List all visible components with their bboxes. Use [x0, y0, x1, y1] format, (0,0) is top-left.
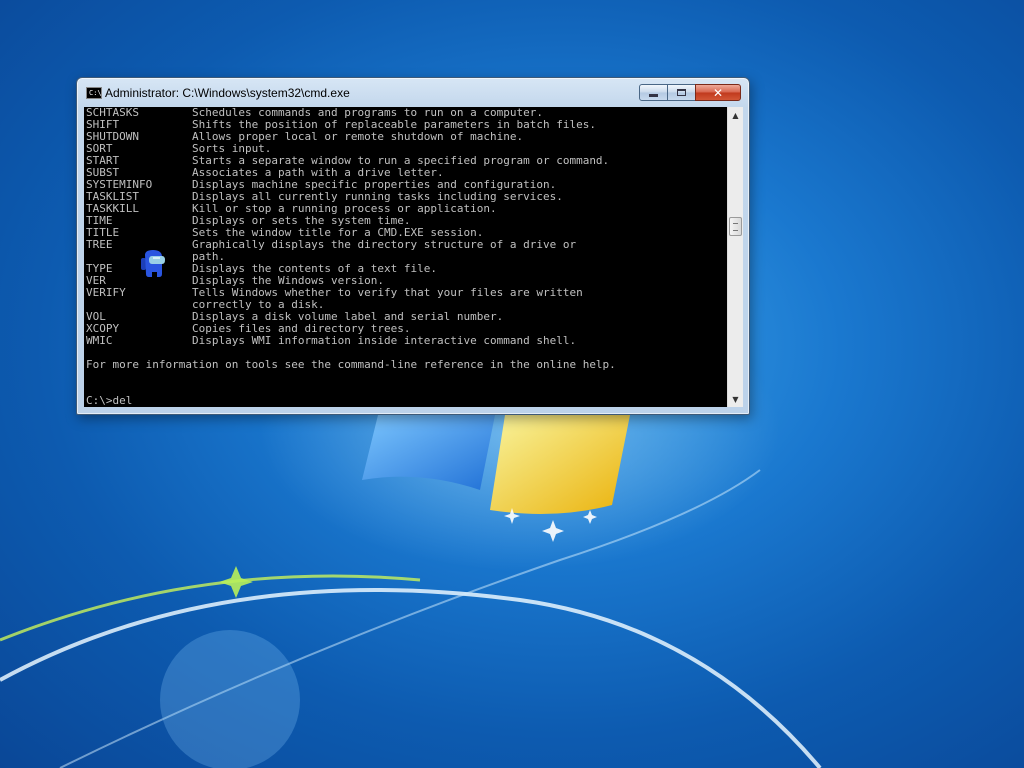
- console-line: For more information on tools see the co…: [86, 358, 616, 371]
- maximize-button[interactable]: [668, 84, 695, 101]
- console-output[interactable]: SCHTASKS Schedules commands and programs…: [84, 107, 727, 407]
- scroll-thumb[interactable]: [729, 217, 742, 236]
- maximize-icon: [677, 89, 686, 96]
- scroll-down-arrow-icon[interactable]: ▼: [728, 391, 743, 407]
- cmd-icon-label: C:\: [89, 89, 102, 97]
- console-lines: SCHTASKS Schedules commands and programs…: [84, 107, 616, 371]
- crewmate-icon: [141, 250, 165, 277]
- window-title: Administrator: C:\Windows\system32\cmd.e…: [105, 86, 350, 100]
- console-line: WMIC Displays WMI information inside int…: [86, 334, 577, 347]
- vertical-scrollbar[interactable]: ▲ ▼: [727, 107, 743, 407]
- close-button[interactable]: ✕: [695, 84, 741, 101]
- cmd-window[interactable]: C:\ Administrator: C:\Windows\system32\c…: [76, 77, 750, 415]
- flag-yellow-pane: [490, 415, 630, 514]
- scroll-up-arrow-icon[interactable]: ▲: [728, 107, 743, 123]
- minimize-icon: [649, 94, 658, 97]
- cmd-icon[interactable]: C:\: [86, 87, 102, 99]
- minimize-button[interactable]: [639, 84, 668, 101]
- command-prompt[interactable]: C:\>del: [84, 395, 132, 407]
- title-bar[interactable]: C:\ Administrator: C:\Windows\system32\c…: [77, 78, 749, 106]
- caption-buttons: ✕: [639, 84, 741, 101]
- close-icon: ✕: [712, 85, 724, 100]
